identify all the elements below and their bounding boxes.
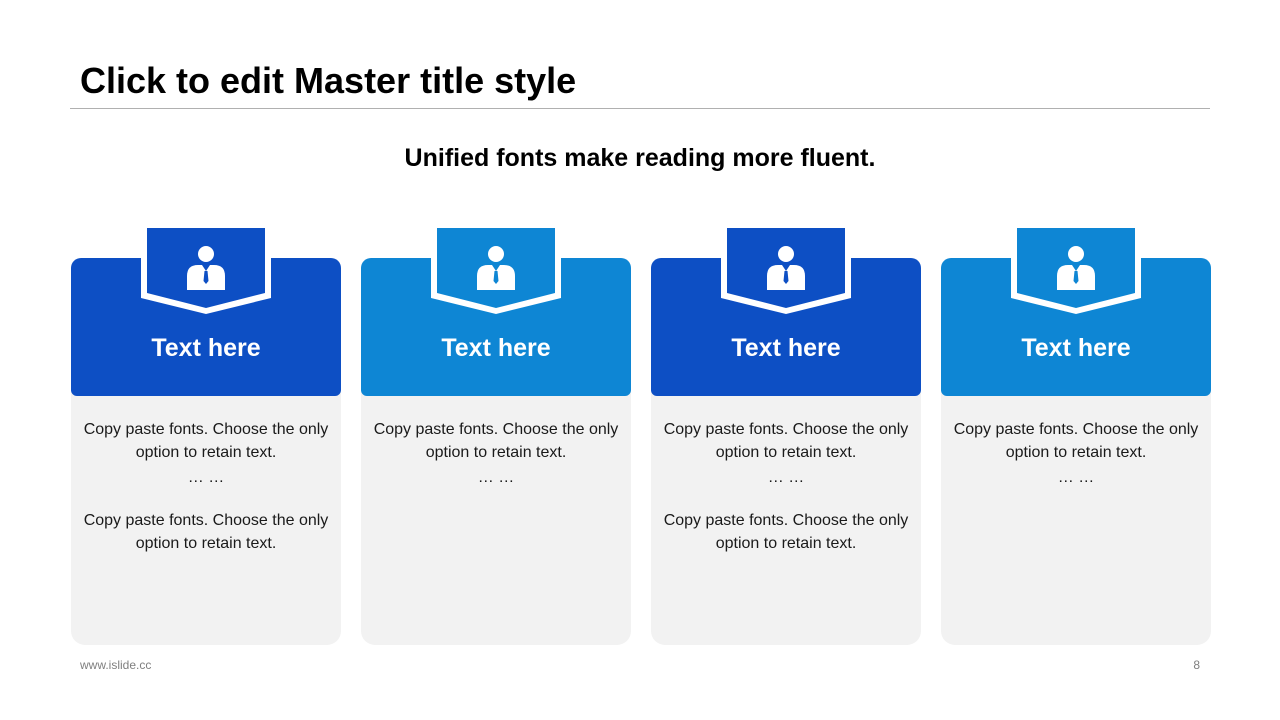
card-ellipsis: … …	[1057, 469, 1095, 486]
card-3[interactable]: Text here Copy paste fonts. Choose the o…	[651, 228, 921, 645]
slide-subtitle[interactable]: Unified fonts make reading more fluent.	[0, 144, 1280, 173]
card-text: Copy paste fonts. Choose the only option…	[951, 418, 1201, 509]
title-divider	[70, 108, 1210, 109]
page-number: 8	[1193, 658, 1200, 672]
card-ellipsis: … …	[187, 469, 225, 486]
person-icon	[187, 246, 225, 290]
person-icon	[767, 246, 805, 290]
card-1[interactable]: Text here Copy paste fonts. Choose the o…	[71, 228, 341, 645]
slide-title[interactable]: Click to edit Master title style	[80, 60, 576, 102]
card-paragraph[interactable]: Copy paste fonts. Choose the only option…	[371, 418, 621, 464]
card-paragraph[interactable]: Copy paste fonts. Choose the only option…	[81, 509, 331, 555]
card-text: Copy paste fonts. Choose the only option…	[661, 418, 911, 555]
card-label[interactable]: Text here	[71, 334, 341, 363]
slide: Click to edit Master title style Unified…	[0, 0, 1280, 720]
person-icon	[477, 246, 515, 290]
card-paragraph[interactable]: Copy paste fonts. Choose the only option…	[661, 509, 911, 555]
card-paragraph[interactable]: Copy paste fonts. Choose the only option…	[661, 418, 911, 464]
card-label[interactable]: Text here	[651, 334, 921, 363]
card-4[interactable]: Text here Copy paste fonts. Choose the o…	[941, 228, 1211, 645]
card-ellipsis: … …	[477, 469, 515, 486]
card-text: Copy paste fonts. Choose the only option…	[371, 418, 621, 509]
card-text: Copy paste fonts. Choose the only option…	[81, 418, 331, 555]
card-paragraph[interactable]: Copy paste fonts. Choose the only option…	[81, 418, 331, 464]
card-label[interactable]: Text here	[361, 334, 631, 363]
card-ellipsis: … …	[767, 469, 805, 486]
card-2[interactable]: Text here Copy paste fonts. Choose the o…	[361, 228, 631, 645]
person-icon	[1057, 246, 1095, 290]
card-label[interactable]: Text here	[941, 334, 1211, 363]
card-paragraph[interactable]: Copy paste fonts. Choose the only option…	[951, 418, 1201, 464]
footer-url[interactable]: www.islide.cc	[80, 658, 151, 672]
